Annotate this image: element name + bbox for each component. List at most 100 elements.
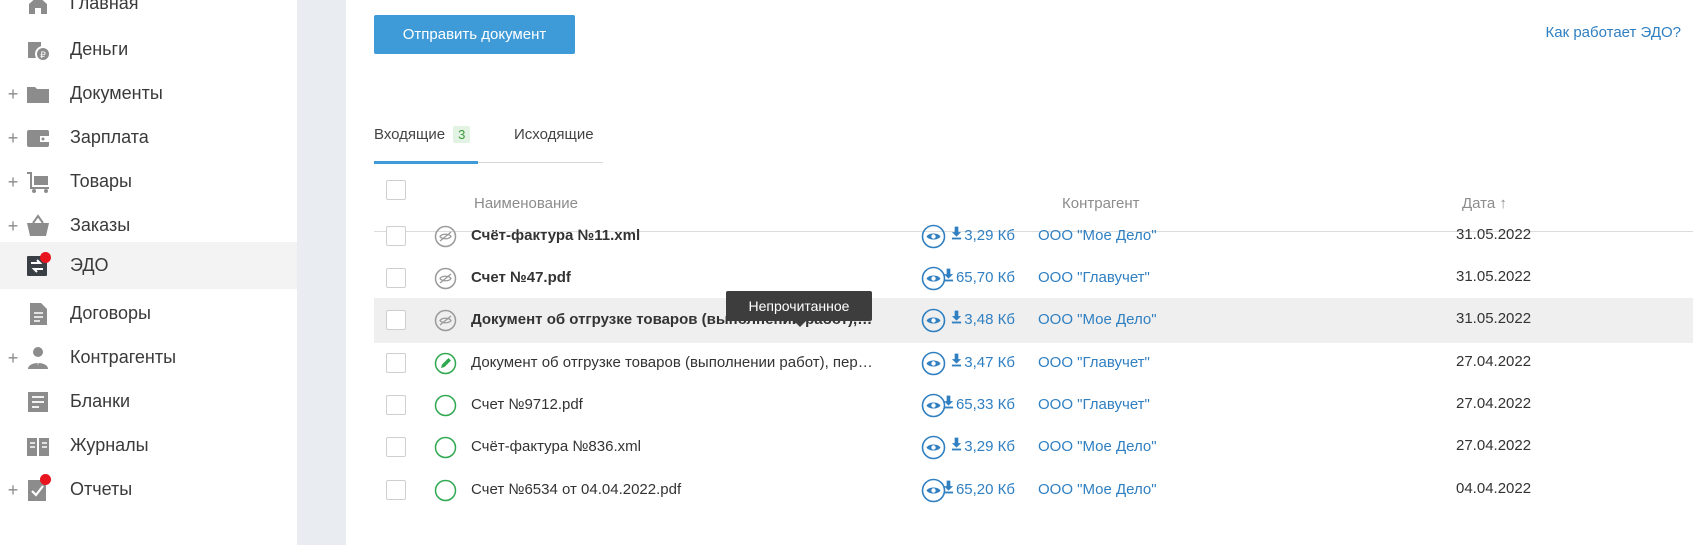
column-header-contractor[interactable]: Контрагент [1062, 195, 1140, 212]
contractor-link[interactable]: ООО "Главучет" [1038, 396, 1150, 413]
status-unread-icon[interactable] [434, 267, 457, 290]
document-date: 31.05.2022 [1456, 226, 1532, 243]
file-size: 65,20 Кб [955, 481, 1015, 498]
preview-eye-icon[interactable] [921, 224, 946, 249]
sidebar-item-label: Документы [70, 83, 163, 103]
document-name-link[interactable]: Счёт-фактура №836.xml [471, 438, 876, 455]
sidebar-item-goods[interactable]: + Товары [0, 158, 297, 205]
expand-icon[interactable]: + [6, 173, 20, 191]
sidebar-item-forms[interactable]: Бланки [0, 378, 297, 425]
table-row[interactable]: Счёт-фактура №836.xml 3,29 Кб ООО "Мое Дел… [374, 425, 1693, 470]
forms-icon [24, 388, 52, 416]
download-link[interactable]: 65,70 Кб [943, 268, 1015, 286]
sidebar-item-label: Заказы [70, 215, 131, 235]
document-name-link[interactable]: Счет №47.pdf [471, 269, 876, 286]
person-icon [24, 344, 52, 372]
tooltip-arrow [794, 321, 806, 327]
sidebar-item-reports[interactable]: + Отчеты [0, 466, 297, 513]
table-row[interactable]: Счёт-фактура №11.xml 3,29 Кб ООО "Мое Дело… [374, 214, 1693, 259]
main-content: Отправить документ Как работает ЭДО? Вхо… [346, 0, 1693, 545]
document-date: 04.04.2022 [1456, 480, 1532, 497]
money-icon: ₽ [24, 36, 52, 64]
document-name-link[interactable]: Счет №9712.pdf [471, 396, 876, 413]
download-icon [951, 353, 962, 371]
document-date: 31.05.2022 [1456, 310, 1532, 327]
document-name-link[interactable]: Документ об отгрузке товаров (выполнении… [471, 354, 876, 371]
download-link[interactable]: 3,29 Кб [951, 437, 1015, 455]
contractor-link[interactable]: ООО "Главучет" [1038, 354, 1150, 371]
document-name-link[interactable]: Счет №6534 от 04.04.2022.pdf [471, 481, 876, 498]
download-link[interactable]: 3,29 Кб [951, 226, 1015, 244]
download-icon [943, 480, 954, 498]
how-edo-works-link[interactable]: Как работает ЭДО? [1546, 24, 1681, 41]
row-checkbox[interactable] [386, 437, 406, 457]
sidebar-item-contractors[interactable]: + Контрагенты [0, 334, 297, 381]
file-size: 3,48 Кб [964, 311, 1015, 328]
select-all-checkbox[interactable] [386, 180, 406, 200]
expand-icon[interactable]: + [6, 481, 20, 499]
contractor-link[interactable]: ООО "Мое Дело" [1038, 481, 1157, 498]
sidebar-item-salary[interactable]: + Зарплата [0, 114, 297, 161]
download-icon [951, 310, 962, 328]
expand-icon[interactable]: + [6, 85, 20, 103]
row-checkbox[interactable] [386, 310, 406, 330]
document-date: 27.04.2022 [1456, 353, 1532, 370]
table-row[interactable]: Счет №9712.pdf 65,33 Кб ООО "Главучет" 27.0… [374, 383, 1693, 428]
contractor-link[interactable]: ООО "Мое Дело" [1038, 227, 1157, 244]
table-row[interactable]: Документ об отгрузке товаров (выполнении… [374, 298, 1693, 343]
row-checkbox[interactable] [386, 480, 406, 500]
download-link[interactable]: 3,47 Кб [951, 353, 1015, 371]
contractor-link[interactable]: ООО "Мое Дело" [1038, 311, 1157, 328]
sidebar-item-edo[interactable]: ЭДО [0, 242, 297, 289]
sidebar-item-home[interactable]: Главная [0, 0, 297, 27]
document-name-link[interactable]: Счёт-фактура №11.xml [471, 227, 876, 244]
row-checkbox[interactable] [386, 353, 406, 373]
folder-icon [24, 80, 52, 108]
expand-icon[interactable]: + [6, 217, 20, 235]
download-link[interactable]: 3,48 Кб [951, 310, 1015, 328]
column-header-name[interactable]: Наименование [474, 195, 578, 212]
preview-eye-icon[interactable] [921, 351, 946, 376]
row-checkbox[interactable] [386, 226, 406, 246]
preview-eye-icon[interactable] [921, 435, 946, 460]
file-size: 3,47 Кб [964, 354, 1015, 371]
status-read-icon[interactable] [434, 436, 457, 459]
download-link[interactable]: 65,20 Кб [943, 480, 1015, 498]
file-size: 3,29 Кб [964, 438, 1015, 455]
table-row[interactable]: Счет №47.pdf 65,70 Кб ООО "Главучет" 31.05.… [374, 256, 1693, 301]
sidebar-item-money[interactable]: ₽ Деньги [0, 26, 297, 73]
file-size: 65,70 Кб [955, 269, 1015, 286]
sidebar-item-label: Журналы [70, 435, 149, 455]
sidebar-item-label: Контрагенты [70, 347, 177, 367]
download-icon [951, 226, 962, 244]
sidebar-item-documents[interactable]: + Документы [0, 70, 297, 117]
table-row[interactable]: Счет №6534 от 04.04.2022.pdf 65,20 Кб ООО … [374, 468, 1693, 513]
tab-outgoing[interactable]: Исходящие [514, 126, 594, 143]
status-read-icon[interactable] [434, 479, 457, 502]
preview-eye-icon[interactable] [921, 308, 946, 333]
expand-icon[interactable]: + [6, 349, 20, 367]
status-unread-icon[interactable] [434, 225, 457, 248]
contractor-link[interactable]: ООО "Мое Дело" [1038, 438, 1157, 455]
column-header-date[interactable]: Дата ↑ [1462, 195, 1507, 212]
notification-dot [40, 474, 51, 485]
incoming-count-badge: 3 [453, 126, 471, 143]
send-document-button[interactable]: Отправить документ [374, 15, 575, 54]
svg-text:₽: ₽ [40, 51, 46, 61]
tab-incoming[interactable]: Входящие 3 [374, 126, 471, 143]
sidebar-item-contracts[interactable]: Договоры [0, 290, 297, 337]
status-unread-icon[interactable] [434, 309, 457, 332]
basket-icon [24, 212, 52, 240]
journal-icon [24, 432, 52, 460]
row-checkbox[interactable] [386, 395, 406, 415]
expand-icon[interactable]: + [6, 129, 20, 147]
status-read-icon[interactable] [434, 394, 457, 417]
row-checkbox[interactable] [386, 268, 406, 288]
sidebar-item-label: Отчеты [70, 479, 133, 499]
sidebar-item-journals[interactable]: Журналы [0, 422, 297, 469]
contractor-link[interactable]: ООО "Главучет" [1038, 269, 1150, 286]
table-row[interactable]: Документ об отгрузке товаров (выполнении… [374, 341, 1693, 386]
tooltip-text: Непрочитанное [748, 298, 850, 314]
download-link[interactable]: 65,33 Кб [943, 395, 1015, 413]
status-signed-icon[interactable] [434, 352, 457, 375]
